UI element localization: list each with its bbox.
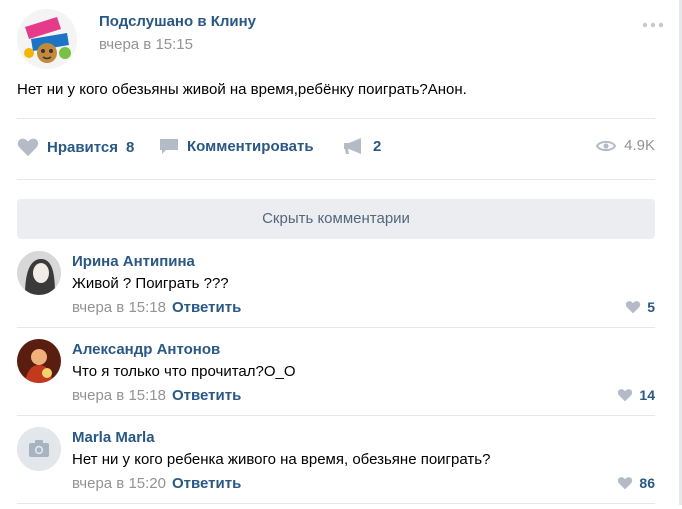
comment-like-count: 5 <box>647 299 655 315</box>
heart-icon <box>618 389 633 402</box>
comment-item: Александр Антонов Что я только что прочи… <box>17 339 655 421</box>
comment-like-count: 86 <box>639 475 655 491</box>
hide-comments-button[interactable]: Скрыть комментарии <box>17 199 655 239</box>
reply-button[interactable]: Ответить <box>172 299 241 316</box>
divider <box>17 503 655 504</box>
comment-button[interactable]: Комментировать <box>159 137 314 155</box>
comment-time[interactable]: вчера в 15:18 <box>72 299 166 316</box>
comment-icon <box>160 139 178 154</box>
share-button[interactable]: 2 <box>343 137 381 155</box>
eye-icon <box>596 140 617 151</box>
post-actions: Нравится 8 Комментировать 2 4.9K <box>17 137 655 161</box>
heart-icon <box>626 301 641 314</box>
comment-like[interactable]: 86 <box>617 475 655 491</box>
share-megaphone-icon <box>344 138 361 154</box>
wall-post: Подслушано в Клину вчера в 15:15 Нет ни … <box>0 0 682 505</box>
like-label: Нравится <box>47 138 119 156</box>
comment-meta: вчера в 15:18 Ответить <box>72 387 241 404</box>
comment-author[interactable]: Ирина Антипина <box>72 253 195 270</box>
divider <box>17 327 655 328</box>
post-header: Подслушано в Клину вчера в 15:15 <box>17 9 665 69</box>
reply-button[interactable]: Ответить <box>172 387 241 404</box>
divider <box>17 118 655 119</box>
views-counter: 4.9K <box>596 137 655 154</box>
heart-icon <box>17 138 39 157</box>
group-logo-icon <box>17 9 77 69</box>
like-count: 8 <box>126 138 135 156</box>
comment-like[interactable]: 5 <box>625 299 655 315</box>
group-avatar[interactable] <box>17 9 77 69</box>
reply-button[interactable]: Ответить <box>172 475 241 492</box>
divider <box>17 415 655 416</box>
camera-placeholder-icon <box>17 427 61 471</box>
comment-text: Что я только что прочитал?О_О <box>72 363 296 380</box>
comment-text: Нет ни у кого ребенка живого на время, о… <box>72 451 491 468</box>
comment-time[interactable]: вчера в 15:20 <box>72 475 166 492</box>
avatar[interactable] <box>17 427 61 471</box>
comment-label: Комментировать <box>187 137 314 155</box>
post-author[interactable]: Подслушано в Клину <box>99 13 256 30</box>
comment-time[interactable]: вчера в 15:18 <box>72 387 166 404</box>
views-count: 4.9K <box>624 137 655 154</box>
heart-icon <box>618 477 633 490</box>
like-button[interactable]: Нравится 8 <box>17 137 134 157</box>
comment-like[interactable]: 14 <box>617 387 655 403</box>
more-dots-icon[interactable] <box>641 19 665 31</box>
comment-like-count: 14 <box>639 387 655 403</box>
comment-item: Ирина Антипина Живой ? Поиграть ??? вчер… <box>17 251 655 333</box>
divider <box>17 179 655 180</box>
comment-author[interactable]: Marla Marla <box>72 429 155 446</box>
share-count: 2 <box>373 137 382 155</box>
avatar[interactable] <box>17 339 61 383</box>
post-time[interactable]: вчера в 15:15 <box>99 36 193 53</box>
user-photo-icon <box>17 339 61 383</box>
avatar[interactable] <box>17 251 61 295</box>
comment-author[interactable]: Александр Антонов <box>72 341 220 358</box>
comment-item: Marla Marla Нет ни у кого ребенка живого… <box>17 427 655 509</box>
comment-meta: вчера в 15:18 Ответить <box>72 299 241 316</box>
comment-text: Живой ? Поиграть ??? <box>72 275 229 292</box>
user-photo-icon <box>17 251 61 295</box>
comment-meta: вчера в 15:20 Ответить <box>72 475 241 492</box>
post-text: Нет ни у кого обезьяны живой на время,ре… <box>17 81 467 98</box>
